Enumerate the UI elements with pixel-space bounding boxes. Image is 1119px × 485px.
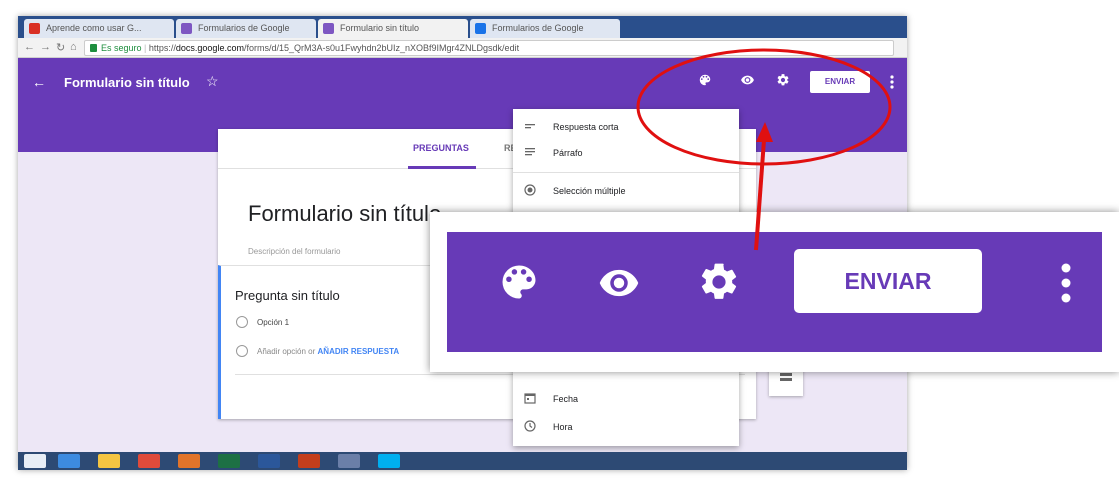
- star-icon[interactable]: ☆: [206, 73, 219, 90]
- add-or-text: or: [308, 347, 316, 356]
- browser-tab-strip: Aprende como usar G... Formularios de Go…: [18, 16, 907, 38]
- form-title[interactable]: Formulario sin título: [248, 201, 441, 227]
- menu-item-date[interactable]: Fecha: [513, 387, 739, 411]
- forms-favicon-icon: [181, 23, 192, 34]
- lock-icon: [90, 44, 97, 52]
- eye-icon[interactable]: [595, 262, 643, 304]
- menu-item-label: Hora: [553, 422, 573, 432]
- folder-icon[interactable]: [98, 454, 120, 468]
- youtube-favicon-icon: [29, 23, 40, 34]
- paragraph-icon: [525, 148, 535, 156]
- screenshot-stage: Aprende como usar G... Formularios de Go…: [0, 0, 1119, 485]
- header-title: Formulario sin título: [64, 75, 190, 90]
- calendar-icon: [524, 393, 536, 404]
- menu-item-multiple-choice[interactable]: Selección múltiple: [513, 179, 739, 203]
- forms-favicon-icon: [475, 23, 486, 34]
- browser-tab[interactable]: Formularios de Google: [176, 19, 316, 38]
- skype-icon[interactable]: [378, 454, 400, 468]
- send-button[interactable]: ENVIAR: [810, 71, 870, 93]
- zoom-header: ENVIAR: [447, 232, 1102, 352]
- browser-tab-label: Formulario sin título: [340, 23, 420, 33]
- add-option-link[interactable]: Añadir opción: [257, 347, 306, 356]
- radio-icon: [236, 345, 248, 357]
- browser-tab-label: Aprende como usar G...: [46, 23, 142, 33]
- active-tab-indicator: [408, 166, 476, 169]
- palette-icon[interactable]: [698, 73, 712, 87]
- form-description-field[interactable]: Descripción del formulario: [248, 247, 340, 256]
- reload-icon[interactable]: ↻: [56, 41, 65, 54]
- address-bar-row: ← → ↻ ⌂ Es seguro | https://docs.google.…: [18, 38, 907, 58]
- url-text: https://docs.google.com/forms/d/15_QrM3A…: [148, 43, 520, 53]
- eye-icon[interactable]: [740, 73, 755, 87]
- menu-item-label: Fecha: [553, 394, 579, 404]
- excel-icon[interactable]: [218, 454, 240, 468]
- firefox-icon[interactable]: [178, 454, 200, 468]
- question-title[interactable]: Pregunta sin título: [235, 288, 340, 303]
- tab-questions[interactable]: PREGUNTAS: [413, 143, 469, 153]
- menu-item-time[interactable]: Hora: [513, 415, 739, 439]
- add-other-link[interactable]: AÑADIR RESPUESTA: [318, 347, 400, 356]
- word-icon[interactable]: [258, 454, 280, 468]
- palette-icon[interactable]: [497, 260, 541, 304]
- forward-arrow-icon[interactable]: →: [40, 41, 51, 53]
- zoom-callout: ENVIAR: [430, 212, 1119, 372]
- secure-label: Es seguro: [101, 43, 142, 53]
- menu-item-label: Respuesta corta: [553, 122, 619, 132]
- url-input[interactable]: Es seguro | https://docs.google.com/form…: [84, 40, 894, 56]
- forms-favicon-icon: [323, 23, 334, 34]
- start-icon[interactable]: [24, 454, 46, 468]
- short-text-icon: [525, 124, 535, 129]
- chrome-icon[interactable]: [138, 454, 160, 468]
- back-arrow-icon[interactable]: ←: [32, 74, 46, 90]
- menu-separator: [513, 172, 739, 173]
- send-button-zoomed[interactable]: ENVIAR: [794, 249, 982, 313]
- gear-icon[interactable]: [697, 260, 741, 304]
- home-icon[interactable]: ⌂: [70, 41, 77, 53]
- browser-tab-label: Formularios de Google: [198, 23, 290, 33]
- more-vert-icon[interactable]: [890, 75, 894, 89]
- option-1-label[interactable]: Opción 1: [257, 318, 289, 327]
- powerpoint-icon[interactable]: [298, 454, 320, 468]
- ie-icon[interactable]: [58, 454, 80, 468]
- menu-item-short-answer[interactable]: Respuesta corta: [513, 115, 739, 139]
- radio-icon: [524, 184, 536, 196]
- section-icon: [780, 373, 792, 381]
- os-taskbar: [18, 452, 907, 470]
- browser-tab[interactable]: Aprende como usar G...: [24, 19, 174, 38]
- back-arrow-icon[interactable]: ←: [24, 41, 35, 53]
- radio-icon: [236, 316, 248, 328]
- menu-item-paragraph[interactable]: Párrafo: [513, 141, 739, 165]
- clock-icon: [524, 420, 536, 432]
- more-vert-icon[interactable]: [1061, 262, 1071, 304]
- browser-tab-active[interactable]: Formulario sin título: [318, 19, 468, 38]
- gear-icon[interactable]: [776, 73, 790, 87]
- menu-item-label: Párrafo: [553, 148, 583, 158]
- browser-tab[interactable]: Formularios de Google: [470, 19, 620, 38]
- browser-tab-label: Formularios de Google: [492, 23, 584, 33]
- apps-icon[interactable]: [338, 454, 360, 468]
- add-option-row: Añadir opción or AÑADIR RESPUESTA: [257, 347, 399, 356]
- menu-item-label: Selección múltiple: [553, 186, 626, 196]
